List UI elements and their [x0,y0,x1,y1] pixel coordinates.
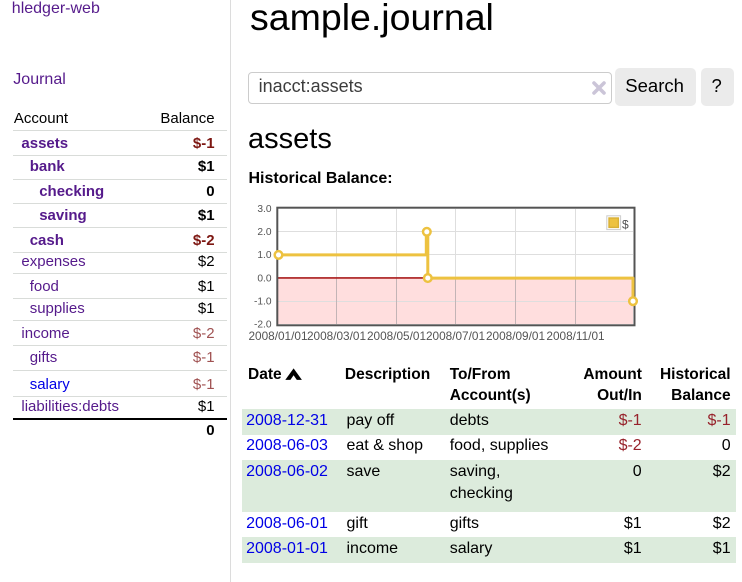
svg-text:2008/05/01: 2008/05/01 [367,329,426,343]
svg-text:2008/09/01: 2008/09/01 [486,329,545,343]
svg-text:$: $ [622,217,629,231]
svg-text:2008/03/01: 2008/03/01 [307,329,366,343]
svg-text:1.0: 1.0 [257,250,271,261]
svg-text:2008/11/01: 2008/11/01 [546,329,604,343]
svg-text:2008/01/01: 2008/01/01 [248,329,307,343]
svg-text:-1.0: -1.0 [254,297,272,308]
svg-text:2008/07/01: 2008/07/01 [426,329,485,343]
svg-text:3.0: 3.0 [257,204,271,215]
svg-text:2.0: 2.0 [257,227,271,238]
svg-text:0.0: 0.0 [257,273,271,284]
